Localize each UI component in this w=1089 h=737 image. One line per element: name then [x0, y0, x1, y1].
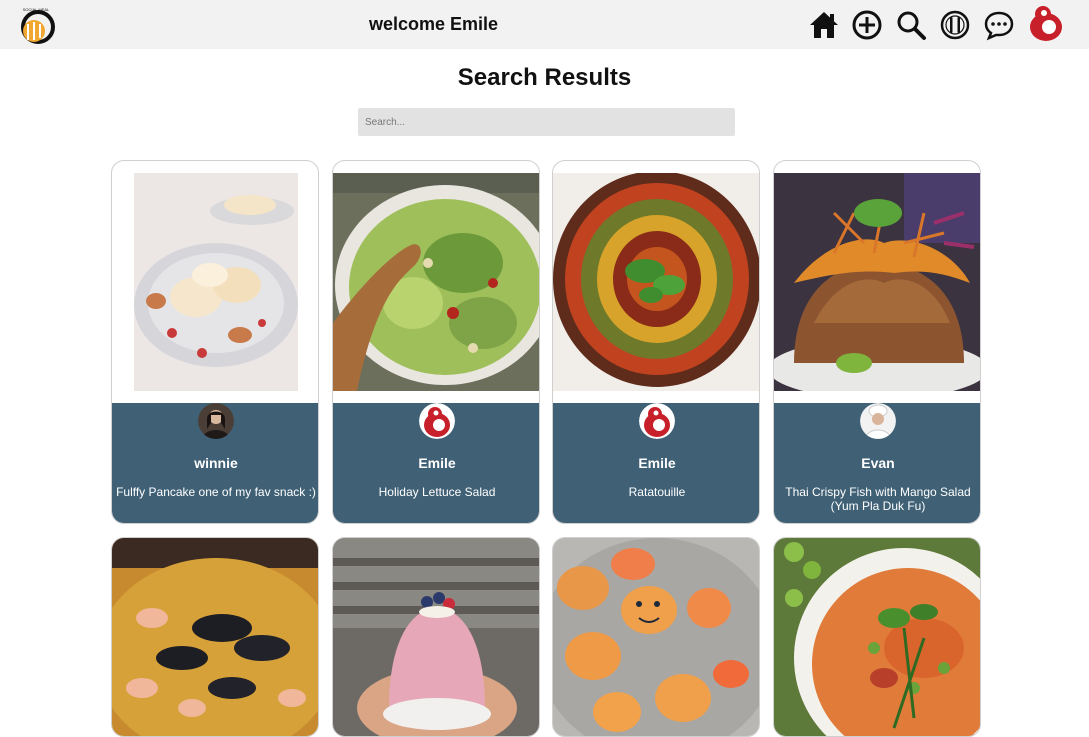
plate-cutlery-icon[interactable]	[939, 9, 971, 41]
author-avatar	[419, 403, 455, 439]
welcome-text: welcome Emile	[369, 14, 499, 34]
card-footer: Evan Thai Crispy Fish with Mango Salad (…	[774, 403, 980, 523]
dish-name: Fulffy Pancake one of my fav snack :)	[116, 485, 316, 499]
author-avatar	[860, 403, 896, 439]
result-card[interactable]	[773, 537, 981, 737]
card-footer: winnie Fulffy Pancake one of my fav snac…	[112, 403, 318, 523]
user-avatar[interactable]	[1029, 5, 1063, 42]
result-card[interactable]: winnie Fulffy Pancake one of my fav snac…	[111, 160, 319, 524]
author-name: winnie	[194, 455, 238, 471]
home-icon[interactable]	[808, 9, 840, 41]
search-icon[interactable]	[895, 9, 927, 41]
dish-name: Holiday Lettuce Salad	[378, 485, 496, 499]
author-avatar	[639, 403, 675, 439]
card-footer: Emile Ratatouille	[553, 403, 759, 523]
result-card[interactable]: Emile Ratatouille	[552, 160, 760, 524]
author-name: Evan	[861, 455, 895, 471]
dish-image	[553, 538, 759, 736]
result-card[interactable]	[332, 537, 540, 737]
result-card[interactable]: Evan Thai Crispy Fish with Mango Salad (…	[773, 160, 981, 524]
chat-bubble-icon[interactable]	[983, 9, 1015, 41]
svg-text:SOCIAL MEAL: SOCIAL MEAL	[23, 7, 50, 12]
author-name: Emile	[638, 455, 676, 471]
dish-image	[333, 173, 539, 391]
dish-image	[112, 173, 318, 391]
dish-image	[333, 538, 539, 736]
search-input[interactable]	[358, 108, 735, 136]
dish-name: Thai Crispy Fish with Mango Salad (Yum P…	[785, 485, 971, 513]
add-circle-icon[interactable]	[851, 9, 883, 41]
result-card[interactable]	[552, 537, 760, 737]
author-name: Emile	[418, 455, 456, 471]
dish-image	[774, 538, 980, 736]
app-logo[interactable]: SOCIAL MEAL	[14, 5, 58, 45]
result-card[interactable]	[111, 537, 319, 737]
page-title: Search Results	[457, 64, 632, 91]
dish-name: Ratatouille	[628, 485, 686, 499]
author-avatar	[198, 403, 234, 439]
top-bar: SOCIAL MEAL welcome Emile	[0, 0, 1089, 49]
dish-image	[553, 173, 759, 391]
dish-image	[112, 538, 318, 736]
card-footer: Emile Holiday Lettuce Salad	[333, 403, 539, 523]
dish-image	[774, 173, 980, 391]
result-card[interactable]: Emile Holiday Lettuce Salad	[332, 160, 540, 524]
